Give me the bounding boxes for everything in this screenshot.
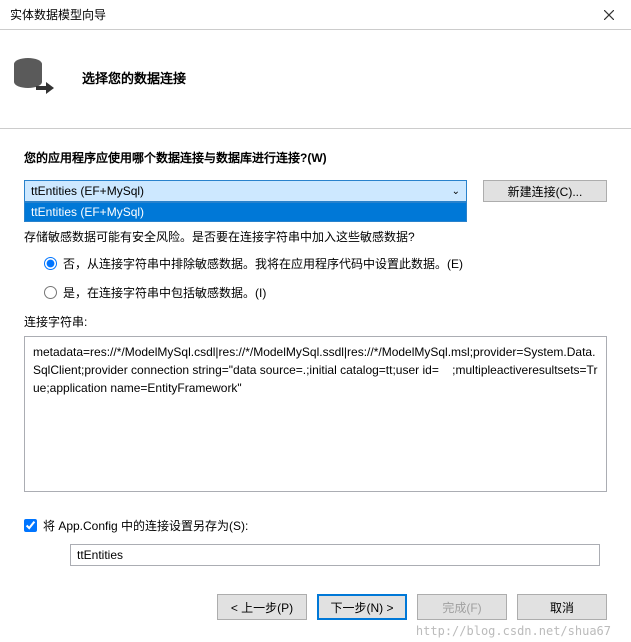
wizard-header: 选择您的数据连接: [0, 30, 631, 129]
close-icon: [604, 10, 614, 20]
new-connection-button[interactable]: 新建连接(C)...: [483, 180, 607, 202]
wizard-footer: < 上一步(P) 下一步(N) > 完成(F) 取消: [217, 594, 607, 620]
save-config-checkbox[interactable]: [24, 519, 37, 532]
radio-include-label: 是，在连接字符串中包括敏感数据。(I): [63, 284, 266, 301]
connection-string-label: 连接字符串:: [24, 313, 607, 330]
connection-row: ttEntities (EF+MySql) ⌄ ttEntities (EF+M…: [24, 180, 607, 202]
close-button[interactable]: [586, 0, 631, 30]
datasource-icon: [4, 46, 66, 108]
radio-include-input[interactable]: [44, 286, 57, 299]
connection-dropdown-wrapper: ttEntities (EF+MySql) ⌄ ttEntities (EF+M…: [24, 180, 467, 202]
chevron-down-icon: ⌄: [452, 186, 460, 197]
save-config-checkbox-row[interactable]: 将 App.Config 中的连接设置另存为(S):: [24, 517, 607, 534]
radio-include-sensitive[interactable]: 是，在连接字符串中包括敏感数据。(I): [44, 284, 607, 301]
config-name-input[interactable]: [70, 544, 600, 566]
dropdown-list: ttEntities (EF+MySql): [24, 202, 467, 222]
next-button[interactable]: 下一步(N) >: [317, 594, 407, 620]
radio-exclude-input[interactable]: [44, 257, 57, 270]
finish-button: 完成(F): [417, 594, 507, 620]
prev-button[interactable]: < 上一步(P): [217, 594, 307, 620]
watermark-text: http://blog.csdn.net/shua67: [416, 624, 611, 638]
radio-exclude-label: 否，从连接字符串中排除敏感数据。我将在应用程序代码中设置此数据。(E): [63, 255, 463, 272]
dropdown-option[interactable]: ttEntities (EF+MySql): [25, 203, 466, 221]
security-radio-group: 否，从连接字符串中排除敏感数据。我将在应用程序代码中设置此数据。(E) 是，在连…: [44, 255, 607, 301]
connection-question: 您的应用程序应使用哪个数据连接与数据库进行连接?(W): [24, 149, 607, 166]
save-config-label: 将 App.Config 中的连接设置另存为(S):: [43, 517, 248, 534]
window-title: 实体数据模型向导: [10, 6, 106, 23]
radio-exclude-sensitive[interactable]: 否，从连接字符串中排除敏感数据。我将在应用程序代码中设置此数据。(E): [44, 255, 607, 272]
wizard-step-title: 选择您的数据连接: [82, 68, 186, 87]
titlebar: 实体数据模型向导: [0, 0, 631, 30]
connection-string-textarea[interactable]: [24, 336, 607, 492]
cancel-button[interactable]: 取消: [517, 594, 607, 620]
wizard-content: 您的应用程序应使用哪个数据连接与数据库进行连接?(W) ttEntities (…: [0, 129, 631, 576]
security-description: 存储敏感数据可能有安全风险。是否要在连接字符串中加入这些敏感数据?: [24, 228, 607, 247]
dropdown-selected-text: ttEntities (EF+MySql): [31, 184, 144, 198]
connection-dropdown[interactable]: ttEntities (EF+MySql) ⌄: [24, 180, 467, 202]
